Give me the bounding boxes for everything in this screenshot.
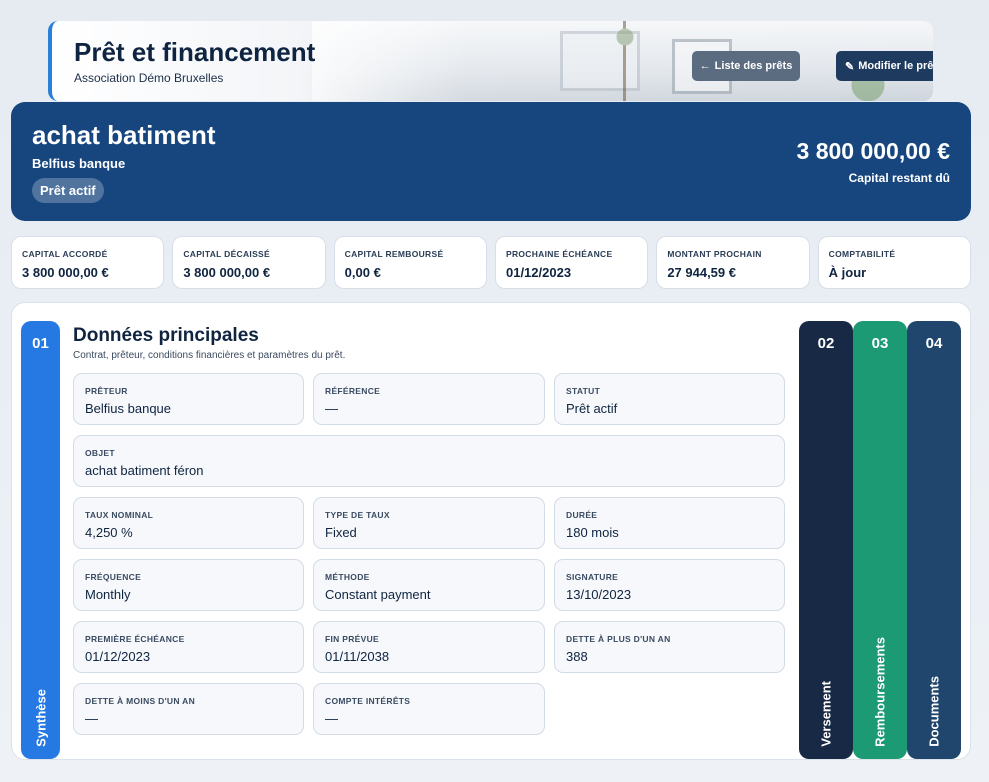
arrow-left-icon: ←: [699, 60, 711, 72]
section-subtitle: Contrat, prêteur, conditions financières…: [73, 350, 346, 361]
field-value: Monthly: [85, 587, 131, 602]
remaining-capital-label: Capital restant dû: [848, 171, 950, 185]
field-duree: Durée 180 mois: [554, 497, 785, 549]
field-value: 4,250 %: [85, 525, 133, 540]
tab-label: Documents: [926, 676, 942, 747]
field-methode: Méthode Constant payment: [313, 559, 545, 611]
field-value: Fixed: [325, 525, 357, 540]
tab-label: Versement: [818, 681, 834, 747]
kpi-value: 0,00 €: [344, 265, 381, 280]
field-label: Type de taux: [325, 510, 390, 520]
tab-number: 02: [817, 335, 835, 352]
tab-documents[interactable]: 04 Documents: [907, 321, 961, 759]
field-label: Prêteur: [85, 386, 128, 396]
kpi-value: 27 944,59 €: [667, 265, 736, 280]
tab-number: 01: [32, 335, 49, 352]
loan-list-button-label: Liste des prêts: [714, 60, 793, 72]
field-label: Compte intérêts: [325, 696, 411, 706]
field-value: 13/10/2023: [566, 587, 632, 602]
field-reference: Référence —: [313, 373, 545, 425]
tab-label: Remboursements: [872, 637, 888, 747]
field-label: Méthode: [325, 572, 370, 582]
field-fin-prevue: Fin prévue 01/11/2038: [313, 621, 545, 673]
section-title: Données principales: [73, 325, 259, 346]
field-label: Dette à plus d'un an: [566, 634, 671, 644]
field-label: Référence: [325, 386, 381, 396]
field-premiere-echeance: Première échéance 01/12/2023: [73, 621, 304, 673]
tab-remboursements[interactable]: 03 Remboursements: [853, 321, 907, 759]
pencil-icon: ✎: [844, 60, 855, 73]
loan-summary-hero: achat batiment Belfius banque Prêt actif…: [11, 102, 971, 221]
field-label: Taux nominal: [85, 510, 154, 520]
page-header-banner: Prêt et financement Association Démo Bru…: [48, 21, 933, 101]
field-statut: Statut Prêt actif: [554, 373, 785, 425]
kpi-label: Capital remboursé: [344, 249, 444, 259]
kpi-value: À jour: [828, 265, 867, 280]
kpi-cards: Capital accordé 3 800 000,00 € Capital d…: [11, 236, 971, 289]
field-label: Première échéance: [85, 634, 185, 644]
kpi-value: 01/12/2023: [505, 265, 572, 280]
tab-number: 03: [871, 335, 889, 352]
edit-loan-button[interactable]: ✎ Modifier le prêt: [836, 51, 933, 81]
kpi-card-montant-prochain: Montant prochain 27 944,59 €: [656, 236, 810, 289]
loan-list-button[interactable]: ← Liste des prêts: [692, 51, 800, 81]
field-value: —: [325, 401, 338, 416]
field-label: Objet: [85, 448, 115, 458]
field-taux-nominal: Taux nominal 4,250 %: [73, 497, 304, 549]
loan-details-panel: 01 Synthèse Données principales Contrat,…: [11, 302, 971, 760]
tab-number: 04: [925, 335, 943, 352]
kpi-card-prochaine-echeance: Prochaine échéance 01/12/2023: [494, 236, 649, 289]
kpi-value: 3 800 000,00 €: [22, 265, 109, 280]
field-value: 388: [566, 649, 588, 664]
kpi-label: Prochaine échéance: [505, 249, 613, 259]
field-value: achat batiment féron: [85, 463, 204, 478]
photo-plant-decor: [610, 21, 641, 101]
kpi-label: Comptabilité: [828, 249, 896, 259]
organization-name: Association Démo Bruxelles: [74, 71, 224, 85]
field-label: Fin prévue: [325, 634, 380, 644]
remaining-capital-amount: 3 800 000,00 €: [796, 138, 950, 164]
field-label: Durée: [566, 510, 598, 520]
field-value: Constant payment: [325, 587, 431, 602]
field-frequence: Fréquence Monthly: [73, 559, 304, 611]
loan-title: achat batiment: [32, 120, 216, 150]
field-value: —: [325, 711, 338, 726]
field-label: Fréquence: [85, 572, 142, 582]
field-value: Prêt actif: [566, 401, 618, 416]
field-value: 01/12/2023: [85, 649, 151, 664]
field-type-taux: Type de taux Fixed: [313, 497, 545, 549]
kpi-value: 3 800 000,00 €: [183, 265, 271, 280]
kpi-card-capital-decaisse: Capital décaissé 3 800 000,00 €: [172, 236, 326, 289]
field-dette-moins-un-an: Dette à moins d'un an —: [73, 683, 304, 735]
kpi-label: Montant prochain: [667, 249, 762, 259]
tab-versement[interactable]: 02 Versement: [799, 321, 853, 759]
field-dette-plus-un-an: Dette à plus d'un an 388: [554, 621, 785, 673]
field-value: —: [85, 711, 98, 726]
field-signature: Signature 13/10/2023: [554, 559, 785, 611]
field-value: 01/11/2038: [325, 649, 390, 664]
loan-lender: Belfius banque: [32, 156, 126, 171]
field-label: Dette à moins d'un an: [85, 696, 196, 706]
kpi-card-capital-accorde: Capital accordé 3 800 000,00 €: [11, 236, 165, 289]
field-label: Signature: [566, 572, 619, 582]
field-label: Statut: [566, 386, 601, 396]
kpi-card-comptabilite: Comptabilité À jour: [817, 236, 971, 289]
field-preteur: Prêteur Belfius banque: [73, 373, 304, 425]
edit-loan-button-label: Modifier le prêt: [858, 60, 933, 72]
field-value: 180 mois: [566, 525, 619, 540]
field-value: Belfius banque: [85, 401, 172, 416]
tab-label: Synthèse: [33, 689, 48, 747]
field-compte-interets: Compte intérêts —: [313, 683, 545, 735]
field-objet: Objet achat batiment féron: [73, 435, 785, 487]
kpi-card-capital-rembourse: Capital remboursé 0,00 €: [333, 236, 487, 289]
status-badge: Prêt actif: [32, 178, 104, 203]
kpi-label: Capital décaissé: [183, 249, 270, 259]
page-title: Prêt et financement: [74, 37, 316, 67]
kpi-label: Capital accordé: [22, 249, 108, 259]
tab-synthese[interactable]: 01 Synthèse: [21, 321, 60, 759]
